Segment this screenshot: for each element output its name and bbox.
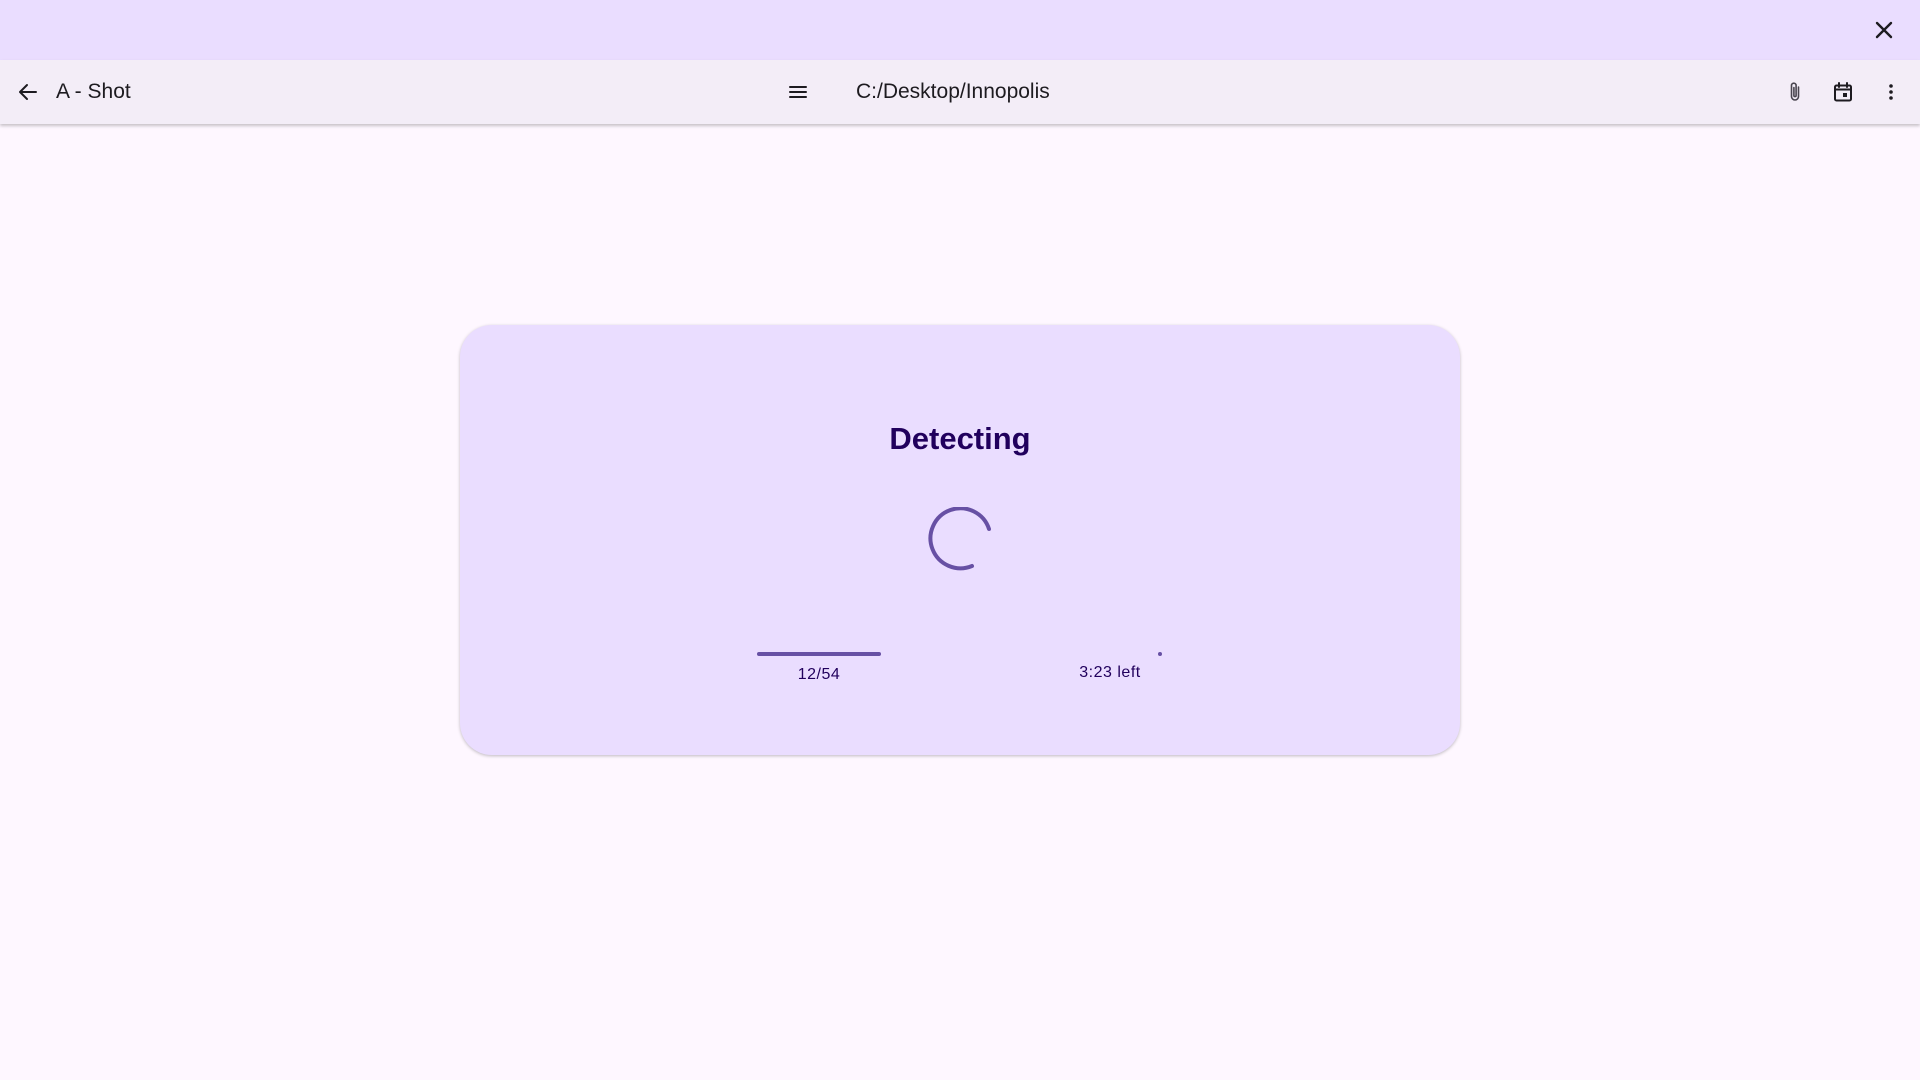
window-titlebar [0,0,1920,60]
loading-spinner-icon [928,507,991,571]
paperclip-icon [1790,82,1800,101]
progress-track [757,652,881,656]
top-app-bar: A - Shot C:/Desktop/Innopolis [0,60,1920,124]
close-window-button[interactable] [1864,10,1904,50]
progress-count: 12/54 [797,666,841,683]
detection-card: Detecting 12/54 3:23 left [460,325,1460,755]
menu-button[interactable] [778,72,818,112]
folder-path[interactable]: C:/Desktop/Innopolis [856,80,1050,104]
time-indicator-dot [1158,652,1162,656]
back-button[interactable] [8,72,48,112]
main-content: Detecting 12/54 3:23 left [0,124,1920,1080]
more-vertical-icon [1889,84,1893,100]
more-options-button[interactable] [1871,72,1911,112]
app-title: A - Shot [56,80,131,103]
progress-indicator: 12/54 [757,652,881,692]
attach-button[interactable] [1775,72,1815,112]
progress-fill [757,652,881,656]
close-icon [1875,21,1893,39]
card-title: Detecting [889,421,1031,456]
arrow-back-icon [19,84,37,100]
calendar-button[interactable] [1823,72,1863,112]
hamburger-menu-icon [789,86,807,98]
calendar-icon [1834,82,1852,102]
time-remaining: 3:23 left [1079,664,1141,681]
